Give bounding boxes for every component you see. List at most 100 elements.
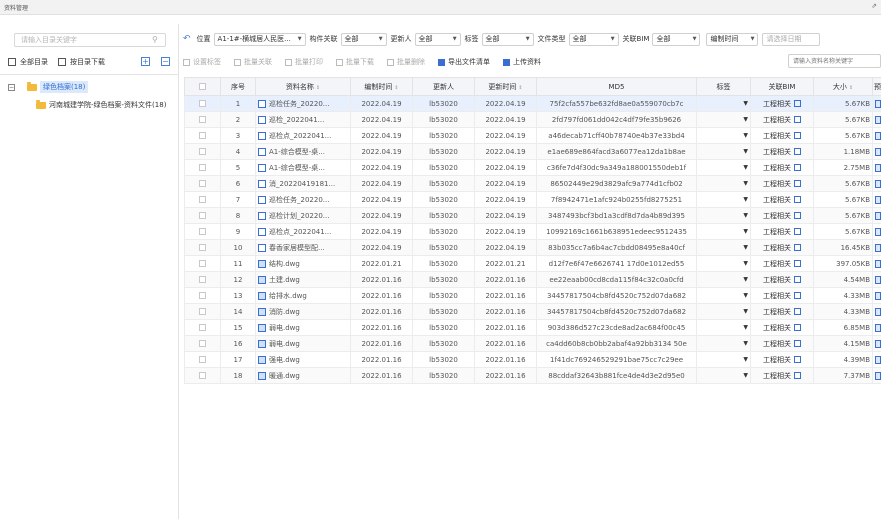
row-tag-select[interactable]: ▼ xyxy=(696,95,751,112)
row-preview-cell[interactable] xyxy=(872,175,881,192)
row-bim-cell[interactable]: 工程相关 xyxy=(750,207,814,224)
row-checkbox[interactable] xyxy=(199,292,206,299)
row-select-cell[interactable] xyxy=(184,207,221,224)
row-preview-cell[interactable] xyxy=(872,207,881,224)
row-tag-select[interactable]: ▼ xyxy=(696,239,751,256)
chevron-down-icon[interactable]: ▼ xyxy=(699,100,748,107)
row-tag-select[interactable]: ▼ xyxy=(696,111,751,128)
row-checkbox[interactable] xyxy=(199,132,206,139)
date-type-select[interactable]: 编制时间 ▼ xyxy=(706,32,759,46)
row-preview-cell[interactable] xyxy=(872,367,881,384)
search-icon[interactable]: ⚲ xyxy=(152,35,158,44)
chevron-down-icon[interactable]: ▼ xyxy=(699,132,748,139)
row-name-cell[interactable]: 给排水.dwg xyxy=(255,287,351,304)
back-arrow-icon[interactable]: ↶ xyxy=(183,34,191,44)
position-select[interactable]: A1-1#-横城居人民医... ▼ xyxy=(213,32,306,46)
row-preview-cell[interactable] xyxy=(872,111,881,128)
bim-link-icon[interactable] xyxy=(794,372,801,379)
row-bim-cell[interactable]: 工程相关 xyxy=(750,239,814,256)
row-name-cell[interactable]: 结构.dwg xyxy=(255,255,351,272)
row-name[interactable]: 弱电.dwg xyxy=(269,340,300,348)
row-select-cell[interactable] xyxy=(184,175,221,192)
row-bim-cell[interactable]: 工程相关 xyxy=(750,319,814,336)
row-tag-select[interactable]: ▼ xyxy=(696,255,751,272)
date-picker[interactable]: 请选择日期 xyxy=(762,32,821,46)
export-list-button[interactable]: 导出文件清单 xyxy=(438,57,490,67)
table-row[interactable]: 4 A1-综合模型-桌... 2022.04.19 lb53020 2022.04.19… xyxy=(184,143,881,160)
row-name-cell[interactable]: 巡检_2022041... xyxy=(255,111,351,128)
all-directory-button[interactable]: 全部目录 xyxy=(8,57,48,67)
row-bim-cell[interactable]: 工程相关 xyxy=(750,175,814,192)
col-size[interactable]: 大小 ⇕ xyxy=(813,77,873,96)
row-name[interactable]: 巡检任务_20220... xyxy=(269,196,329,204)
row-name-cell[interactable]: A1-综合模型-桌... xyxy=(255,143,351,160)
row-name-cell[interactable]: 巡检任务_20220... xyxy=(255,191,351,208)
table-row[interactable]: 15 弱电.dwg 2022.01.16 lb53020 2022.01.16 903d3… xyxy=(184,319,881,336)
row-name[interactable]: 弱电.dwg xyxy=(269,324,300,332)
row-preview-cell[interactable] xyxy=(872,191,881,208)
collapse-all-icon[interactable]: − xyxy=(161,57,170,66)
row-bim-cell[interactable]: 工程相关 xyxy=(750,95,814,112)
preview-icon[interactable] xyxy=(875,115,881,124)
row-bim-cell[interactable]: 工程相关 xyxy=(750,255,814,272)
row-name[interactable]: 巡检计划_20220... xyxy=(269,212,329,220)
row-bim-cell[interactable]: 工程相关 xyxy=(750,287,814,304)
row-preview-cell[interactable] xyxy=(872,351,881,368)
row-bim-cell[interactable]: 工程相关 xyxy=(750,271,814,288)
row-tag-select[interactable]: ▼ xyxy=(696,303,751,320)
chevron-down-icon[interactable]: ▼ xyxy=(699,356,748,363)
row-name-cell[interactable]: 暖通.dwg xyxy=(255,367,351,384)
batch-link-button[interactable]: 批量关联 xyxy=(234,57,272,67)
preview-icon[interactable] xyxy=(875,179,881,188)
table-row[interactable]: 7 巡检任务_20220... 2022.04.19 lb53020 2022.04.1… xyxy=(184,191,881,208)
row-select-cell[interactable] xyxy=(184,271,221,288)
preview-icon[interactable] xyxy=(875,99,881,108)
chevron-down-icon[interactable]: ▼ xyxy=(699,292,748,299)
table-row[interactable]: 13 给排水.dwg 2022.01.16 lb53020 2022.01.16 3445… xyxy=(184,287,881,304)
row-preview-cell[interactable] xyxy=(872,223,881,240)
row-checkbox[interactable] xyxy=(199,148,206,155)
row-bim-cell[interactable]: 工程相关 xyxy=(750,367,814,384)
row-select-cell[interactable] xyxy=(184,95,221,112)
preview-icon[interactable] xyxy=(875,131,881,140)
preview-icon[interactable] xyxy=(875,259,881,268)
chevron-down-icon[interactable]: ▼ xyxy=(699,148,748,155)
row-checkbox[interactable] xyxy=(199,340,206,347)
row-name[interactable]: 给排水.dwg xyxy=(269,292,307,300)
sort-icon[interactable]: ⇕ xyxy=(518,85,522,91)
row-checkbox[interactable] xyxy=(199,116,206,123)
preview-icon[interactable] xyxy=(875,163,881,172)
batch-download-button[interactable]: 批量下载 xyxy=(336,57,374,67)
batch-delete-button[interactable]: 批量删除 xyxy=(387,57,425,67)
row-tag-select[interactable]: ▼ xyxy=(696,351,751,368)
row-checkbox[interactable] xyxy=(199,228,206,235)
row-bim-cell[interactable]: 工程相关 xyxy=(750,351,814,368)
row-bim-cell[interactable]: 工程相关 xyxy=(750,303,814,320)
expand-all-icon[interactable]: + xyxy=(141,57,150,66)
row-tag-select[interactable]: ▼ xyxy=(696,207,751,224)
collapse-toggle-icon[interactable]: − xyxy=(8,83,15,91)
row-name[interactable]: 暖通.dwg xyxy=(269,372,300,380)
row-name[interactable]: A1-综合模型-桌... xyxy=(269,148,325,156)
row-select-cell[interactable] xyxy=(184,111,221,128)
row-tag-select[interactable]: ▼ xyxy=(696,335,751,352)
row-bim-cell[interactable]: 工程相关 xyxy=(750,223,814,240)
preview-icon[interactable] xyxy=(875,307,881,316)
chevron-down-icon[interactable]: ▼ xyxy=(699,212,748,219)
updater-select[interactable]: 全部 ▼ xyxy=(414,32,461,46)
chevron-down-icon[interactable]: ▼ xyxy=(699,164,748,171)
row-name[interactable]: 巡检任务_20220... xyxy=(269,100,329,108)
preview-icon[interactable] xyxy=(875,323,881,332)
preview-icon[interactable] xyxy=(875,339,881,348)
row-select-cell[interactable] xyxy=(184,287,221,304)
row-preview-cell[interactable] xyxy=(872,127,881,144)
preview-icon[interactable] xyxy=(875,355,881,364)
row-select-cell[interactable] xyxy=(184,335,221,352)
row-bim-cell[interactable]: 工程相关 xyxy=(750,335,814,352)
row-bim-cell[interactable]: 工程相关 xyxy=(750,191,814,208)
row-select-cell[interactable] xyxy=(184,239,221,256)
row-preview-cell[interactable] xyxy=(872,239,881,256)
row-preview-cell[interactable] xyxy=(872,271,881,288)
row-preview-cell[interactable] xyxy=(872,95,881,112)
row-select-cell[interactable] xyxy=(184,367,221,384)
